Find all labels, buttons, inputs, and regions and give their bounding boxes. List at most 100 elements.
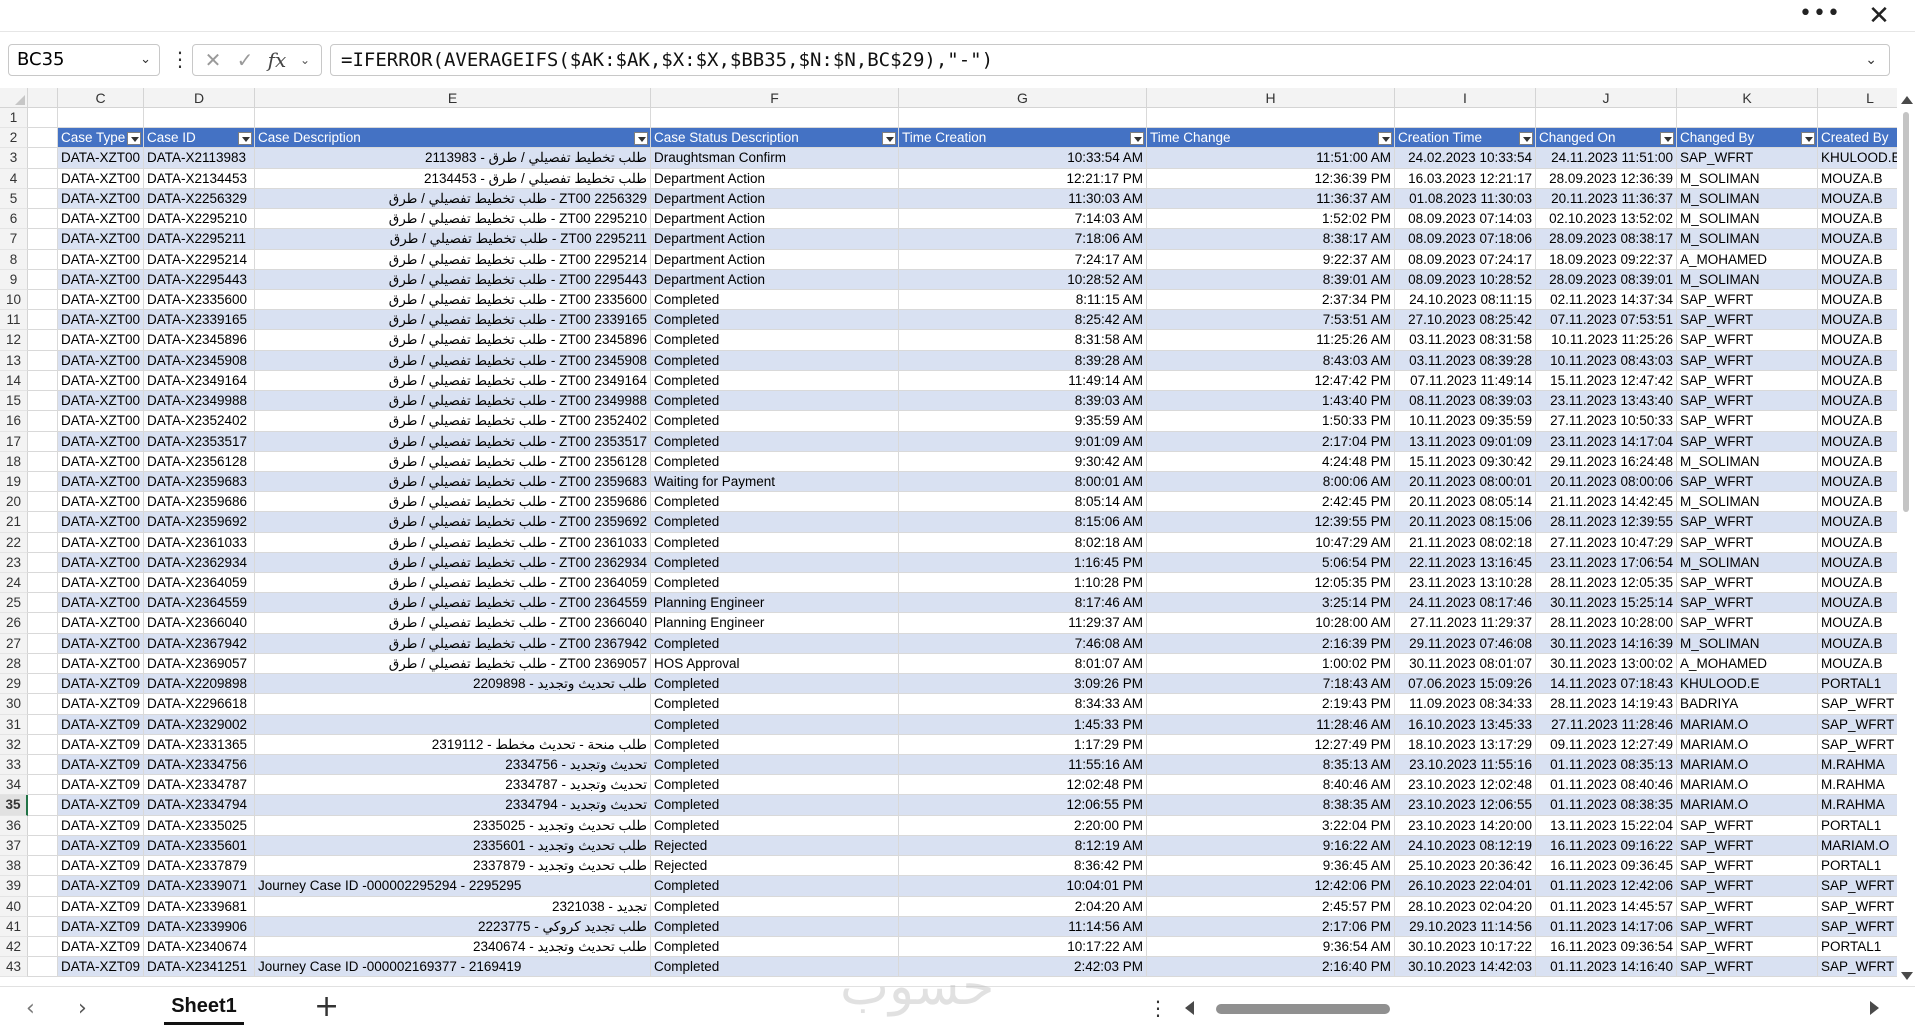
table-cell[interactable]: SAP_WFRT: [1818, 916, 1900, 937]
empty-cell[interactable]: [28, 451, 58, 472]
table-cell[interactable]: KHULOOD.E: [1818, 148, 1900, 169]
table-cell[interactable]: MOUZA.B: [1818, 310, 1900, 331]
table-cell[interactable]: 2:37:34 PM: [1147, 289, 1395, 311]
row-header[interactable]: 43: [0, 957, 28, 978]
empty-cell[interactable]: [28, 512, 58, 533]
empty-cell[interactable]: [28, 593, 58, 614]
empty-cell[interactable]: [28, 370, 58, 392]
table-cell[interactable]: MOUZA.B: [1818, 411, 1900, 432]
table-cell[interactable]: SAP_WFRT: [1677, 957, 1818, 978]
table-header-cell[interactable]: Changed On: [1536, 128, 1677, 149]
table-cell[interactable]: MOUZA.B: [1818, 654, 1900, 675]
table-cell[interactable]: 01.11.2023 08:38:35: [1536, 795, 1677, 816]
table-cell[interactable]: 1:45:33 PM: [899, 714, 1147, 735]
table-cell[interactable]: MOUZA.B: [1818, 330, 1900, 351]
table-cell[interactable]: M_SOLIMAN: [1677, 451, 1818, 472]
table-cell[interactable]: SAP_WFRT: [1677, 330, 1818, 351]
table-cell[interactable]: MOUZA.B: [1818, 188, 1900, 210]
empty-cell[interactable]: [28, 108, 58, 129]
table-cell[interactable]: DATA-X2364059: [144, 573, 255, 594]
table-cell[interactable]: DATA-XZT09: [58, 674, 144, 695]
row-header[interactable]: 39: [0, 876, 28, 897]
empty-cell[interactable]: [28, 775, 58, 796]
table-cell[interactable]: 10.11.2023 09:35:59: [1395, 411, 1536, 432]
empty-cell[interactable]: [28, 795, 58, 816]
row-header[interactable]: 37: [0, 835, 28, 857]
table-cell[interactable]: Completed: [651, 532, 899, 553]
table-header-cell[interactable]: Creation Time: [1395, 128, 1536, 149]
table-cell[interactable]: DATA-X2340674: [144, 936, 255, 958]
table-cell[interactable]: DATA-X2364559: [144, 593, 255, 614]
table-cell[interactable]: 01.11.2023 14:16:40: [1536, 957, 1677, 978]
table-cell[interactable]: 23.10.2023 12:02:48: [1395, 775, 1536, 796]
table-cell[interactable]: 27.11.2023 10:50:33: [1536, 411, 1677, 432]
table-cell[interactable]: DATA-X2352402: [144, 411, 255, 432]
table-cell[interactable]: DATA-XZT09: [58, 876, 144, 897]
empty-cell[interactable]: [28, 148, 58, 169]
table-cell[interactable]: ZT00 2369057 - طلب تخطيط تفصيلي / طرق: [255, 653, 651, 675]
empty-cell[interactable]: [28, 350, 58, 371]
table-cell[interactable]: 11:29:37 AM: [899, 613, 1147, 634]
table-cell[interactable]: DATA-X2349164: [144, 370, 255, 392]
table-cell[interactable]: DATA-XZT09: [58, 815, 144, 836]
table-cell[interactable]: 28.09.2023 08:38:17: [1536, 229, 1677, 250]
table-cell[interactable]: Completed: [651, 391, 899, 412]
empty-cell[interactable]: [28, 876, 58, 897]
table-cell[interactable]: ZT00 2364559 - طلب تخطيط تفصيلي / طرق: [255, 593, 651, 614]
table-cell[interactable]: DATA-XZT09: [58, 896, 144, 917]
table-cell[interactable]: 2:17:04 PM: [1147, 431, 1395, 452]
table-cell[interactable]: 14.11.2023 07:18:43: [1536, 674, 1677, 695]
table-cell[interactable]: PORTAL1: [1818, 816, 1900, 836]
empty-cell[interactable]: [1677, 108, 1818, 129]
empty-cell[interactable]: [28, 896, 58, 917]
table-cell[interactable]: Completed: [651, 289, 899, 311]
table-cell[interactable]: MARIAM.O: [1677, 714, 1818, 735]
empty-cell[interactable]: [58, 108, 144, 129]
table-cell[interactable]: DATA-X2345908: [144, 350, 255, 371]
table-cell[interactable]: ZT00 2356128 - طلب تخطيط تفصيلي / طرق: [255, 451, 651, 472]
table-cell[interactable]: MOUZA.B: [1818, 492, 1900, 513]
table-cell[interactable]: DATA-XZT00: [58, 148, 144, 169]
empty-cell[interactable]: [28, 653, 58, 675]
table-cell[interactable]: 30.11.2023 13:00:02: [1536, 653, 1677, 675]
filter-dropdown-icon[interactable]: [1130, 132, 1144, 146]
table-cell[interactable]: 28.11.2023 12:05:35: [1536, 573, 1677, 594]
table-cell[interactable]: 08.09.2023 10:28:52: [1395, 269, 1536, 290]
scroll-up-icon[interactable]: [1901, 96, 1913, 104]
table-cell[interactable]: DATA-X2295443: [144, 269, 255, 290]
table-cell[interactable]: تجديد - 2321038: [255, 896, 651, 917]
table-cell[interactable]: SAP_WFRT: [1818, 876, 1900, 897]
table-cell[interactable]: طلب تخطيط تفصيلي / طرق - 2113983: [255, 148, 651, 169]
column-header[interactable]: J: [1536, 88, 1677, 108]
table-cell[interactable]: 11.09.2023 08:34:33: [1395, 694, 1536, 715]
table-cell[interactable]: 23.10.2023 11:55:16: [1395, 755, 1536, 776]
empty-cell[interactable]: [899, 108, 1147, 129]
table-cell[interactable]: 2:04:20 AM: [899, 896, 1147, 917]
table-cell[interactable]: MOUZA.B: [1818, 371, 1900, 392]
table-cell[interactable]: ZT00 2295211 - طلب تخطيط تفصيلي / طرق: [255, 229, 651, 250]
table-cell[interactable]: 2:16:39 PM: [1147, 633, 1395, 654]
table-cell[interactable]: A_MOHAMED: [1677, 653, 1818, 675]
row-header[interactable]: 22: [0, 532, 28, 553]
column-header[interactable]: [28, 88, 58, 108]
row-header[interactable]: 2: [0, 128, 28, 149]
table-cell[interactable]: M_SOLIMAN: [1677, 188, 1818, 210]
table-cell[interactable]: 9:22:37 AM: [1147, 249, 1395, 270]
table-cell[interactable]: DATA-XZT00: [58, 310, 144, 331]
table-cell[interactable]: 10.11.2023 11:25:26: [1536, 330, 1677, 351]
table-cell[interactable]: DATA-X2331365: [144, 734, 255, 755]
table-cell[interactable]: 9:36:45 AM: [1147, 856, 1395, 877]
empty-cell[interactable]: [28, 188, 58, 210]
row-header[interactable]: 13: [0, 350, 28, 371]
table-cell[interactable]: DATA-X2337879: [144, 856, 255, 877]
table-cell[interactable]: Completed: [651, 350, 899, 371]
table-cell[interactable]: DATA-XZT00: [58, 249, 144, 270]
table-cell[interactable]: ZT00 2345896 - طلب تخطيط تفصيلي / طرق: [255, 330, 651, 351]
table-cell[interactable]: 8:01:07 AM: [899, 653, 1147, 675]
table-cell[interactable]: Planning Engineer: [651, 613, 899, 634]
row-header[interactable]: 23: [0, 552, 28, 574]
table-cell[interactable]: 20.11.2023 08:00:06: [1536, 471, 1677, 493]
table-cell[interactable]: MARIAM.O: [1677, 775, 1818, 796]
table-cell[interactable]: 07.11.2023 07:53:51: [1536, 310, 1677, 331]
empty-cell[interactable]: [28, 249, 58, 270]
